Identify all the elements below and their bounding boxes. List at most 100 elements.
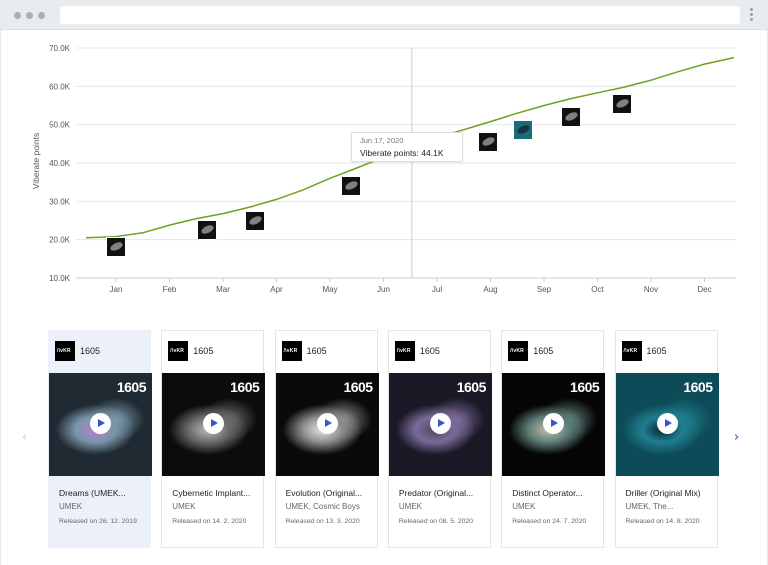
release-title[interactable]: Dreams (UMEK... [59,488,147,498]
release-date: Released on 14. 2. 2020 [172,518,247,525]
carousel-prev-icon[interactable]: ‹ [22,430,27,445]
y-axis-label: Viberate points [31,133,41,190]
release-marker-thumbnail[interactable] [196,220,217,241]
release-artists: UMEK [398,502,423,511]
tooltip-value: Viberate points: 44.1K [360,148,444,158]
release-artwork[interactable]: 1605 [275,373,379,476]
artwork-label-text: 1605 [116,379,147,395]
artwork-label-text: 1605 [683,379,713,395]
y-tick-label: 70.0K [49,44,71,53]
release-artwork[interactable]: 1605 [615,373,719,476]
release-card-header: /\vKR 1605 [276,331,377,373]
label-logo-icon: /\vKR [508,341,529,361]
release-marker-thumbnail[interactable] [611,93,632,114]
play-icon[interactable] [203,413,225,434]
page-content: 10.0K 20.0K 30.0K 40.0K 50.0K 60.0K 70.0K Jan F… [0,30,768,565]
release-artwork[interactable]: 1605 [502,373,606,476]
release-title[interactable]: Predator (Original... [399,488,487,498]
release-artists: UMEK [59,502,83,511]
release-title[interactable]: Cybernetic Implant... [172,488,260,498]
release-artists: UMEK, The... [625,502,674,511]
play-icon[interactable] [316,413,338,434]
release-date: Released on 08. 5. 2020 [398,518,473,525]
release-date: Released on 13. 3. 2020 [285,518,360,525]
release-title[interactable]: Distinct Operator... [512,488,600,498]
carousel-next-icon[interactable]: › [734,430,739,445]
label-logo-text: /\vKR [57,348,71,354]
release-card-header: /\vKR 1605 [389,331,490,373]
label-name[interactable]: 1605 [307,346,327,356]
x-tick-label: Apr [270,285,283,294]
play-icon[interactable] [429,413,451,434]
release-title[interactable]: Evolution (Original... [286,488,374,498]
label-logo-text: /\vKR [396,348,411,354]
play-icon[interactable] [656,413,678,434]
y-tick-label: 40.0K [49,159,71,168]
x-tick-label: Mar [216,285,230,294]
kebab-menu-icon[interactable] [750,8,754,24]
release-marker-thumbnail[interactable] [560,107,581,127]
release-card[interactable]: /\vKR 1605 1605 Evolution (Original... UMEK,… [274,330,379,548]
release-title[interactable]: Driller (Original Mix) [626,488,714,498]
viberate-points-chart: 10.0K 20.0K 30.0K 40.0K 50.0K 60.0K 70.0K Jan F… [31,44,736,294]
y-tick-label: 10.0K [49,274,71,283]
artwork-label-text: 1605 [343,379,373,395]
release-artwork[interactable]: 1605 [388,373,492,476]
x-tick-label: Jul [432,285,442,294]
label-name[interactable]: 1605 [647,346,667,356]
y-tick-label: 50.0K [49,121,71,130]
artwork-label-text: 1605 [230,379,260,395]
x-tick-label: Feb [163,285,177,294]
play-icon[interactable] [543,413,565,434]
label-name[interactable]: 1605 [420,346,440,356]
artwork-label-text: 1605 [456,379,487,395]
label-name[interactable]: 1605 [533,346,553,356]
label-logo-icon: /\vKR [394,341,415,361]
window-dot-minimize[interactable] [26,12,33,19]
y-tick-label: 60.0K [49,82,71,91]
release-card[interactable]: /\vKR 1605 1605 Cybernetic Implant... UMEK Re… [161,330,266,548]
label-name[interactable]: 1605 [193,346,213,356]
release-artists: UMEK, Cosmic Boys [285,502,360,511]
release-date: Released on 24. 7. 2020 [512,518,587,525]
x-tick-label: May [322,285,337,294]
x-tick-label: Jun [377,285,390,294]
y-tick-label: 20.0K [49,236,71,245]
release-artists: UMEK [172,502,196,511]
label-logo-icon: /\vKR [621,341,642,361]
release-artwork[interactable]: 1605 [49,373,152,476]
release-card[interactable]: /\vKR 1605 1605 Driller (Original Mix) UMEK,… [614,330,719,548]
release-card-header: /\vKR 1605 [49,331,150,373]
label-logo-text: /\vKR [283,348,298,354]
release-artists: UMEK [512,502,536,511]
y-tick-label: 30.0K [49,197,71,206]
play-icon[interactable] [90,413,111,434]
release-card[interactable]: /\vKR 1605 1605 Distinct Operator... UMEK Rel… [501,330,606,548]
window-dot-close[interactable] [14,12,21,19]
x-tick-label: Sep [537,285,552,294]
label-logo-icon: /\vKR [55,341,75,361]
release-artwork[interactable]: 1605 [162,373,266,476]
x-tick-label: Nov [644,285,658,294]
x-tick-label: Jan [110,285,123,294]
release-card[interactable]: /\vKR 1605 1605 Predator (Original... UMEK Re… [387,330,492,548]
label-logo-icon: /\vKR [281,341,302,361]
x-tick-label: Aug [483,285,497,294]
label-logo-text: /\vKR [170,348,185,354]
release-marker-thumbnail[interactable] [512,120,533,141]
label-logo-icon: /\vKR [168,341,189,361]
release-card[interactable]: /\vKR 1605 1605 Dreams (UMEK... UMEK Released… [48,330,152,548]
release-marker-thumbnail[interactable] [106,237,126,258]
release-card-header: /\vKR 1605 [616,331,717,373]
artwork-label-text: 1605 [570,379,600,395]
label-name[interactable]: 1605 [80,346,100,356]
release-marker-thumbnail[interactable] [245,210,266,231]
x-tick-label: Dec [697,285,711,294]
release-marker-thumbnail[interactable] [341,176,362,196]
release-date: Released on 26. 12. 2019 [59,518,137,525]
release-card-header: /\vKR 1605 [162,331,263,373]
address-bar[interactable] [60,6,740,24]
release-marker-thumbnail[interactable] [477,131,498,152]
window-dot-maximize[interactable] [38,12,45,19]
label-logo-text: /\vKR [510,348,524,354]
